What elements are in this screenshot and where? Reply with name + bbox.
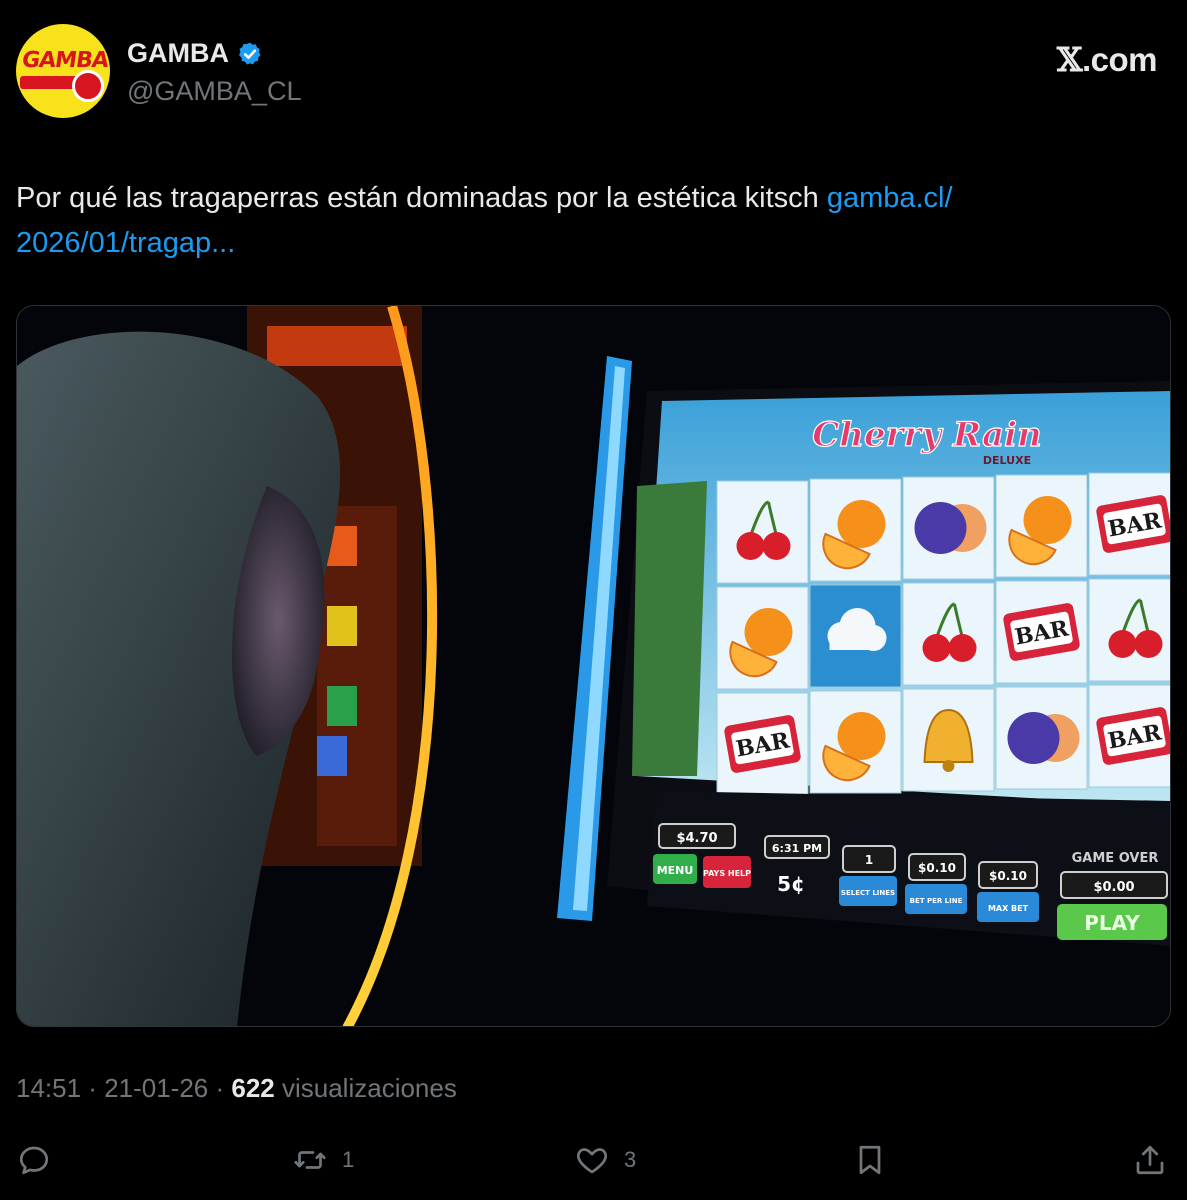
credit-value: $4.70 [676,831,717,846]
reel-symbol-plum [995,686,1088,790]
share-icon [1136,1145,1164,1175]
lines-value: 1 [865,853,873,867]
reel-symbol-cloud [809,584,902,688]
x-com-brand[interactable]: 𝕏.com [1056,40,1158,79]
views-label: visualizaciones [274,1073,457,1103]
pays-help-button: PAYS HELP [703,869,751,878]
tweet-date[interactable]: 21-01-26 [104,1073,208,1103]
monkey-icon [72,70,104,102]
clock-value: 6:31 PM [772,842,822,855]
author-display-name[interactable]: GAMBA [127,38,229,69]
author-handle[interactable]: @GAMBA_CL [127,76,301,107]
bookmark-icon [859,1145,881,1175]
max-bet-button: MAX BET [988,904,1029,913]
avatar[interactable]: GAMBA [16,24,110,118]
tweet-link-line1: gamba.cl/ [826,182,953,214]
denomination-value: 5¢ [777,872,805,896]
avatar-logo-text: GAMBA [20,48,110,73]
tweet-body: Por qué las tragaperras están dominadas … [16,182,827,214]
retweet-count: 1 [342,1147,355,1172]
tweet-media-image[interactable]: Cherry Rain DELUXE BAR BAR BAR BAR $4.70 ME… [16,305,1171,1027]
reel-symbol-plum [902,476,995,580]
brand-site-text: .com [1081,41,1158,78]
retweet-button[interactable]: 1 [292,1138,354,1182]
tweet-time[interactable]: 14:51 [16,1073,81,1103]
bookmark-button[interactable] [852,1138,888,1182]
reply-icon [19,1146,49,1175]
tweet-text: Por qué las tragaperras están dominadas … [16,176,1136,266]
reel-symbol-orange [995,474,1088,578]
select-lines-button: SELECT LINES [841,889,895,897]
bet-value: $0.10 [918,861,956,875]
author-name-row: GAMBA [127,38,263,69]
menu-button: MENU [657,864,694,877]
verified-badge-icon [239,42,261,65]
play-button: PLAY [1084,911,1140,935]
win-value: $0.00 [1093,880,1134,895]
reel-symbol-bar: BAR [716,692,809,796]
total-bet-value: $0.10 [989,869,1027,883]
tweet-meta: 14:51 · 21-01-26 · 622 visualizaciones [16,1073,457,1104]
slot-machine-photo: Cherry Rain DELUXE BARBARBAR BAR $4.70 ME… [17,306,1170,1026]
share-button[interactable] [1132,1138,1168,1182]
reel-symbol-cherry [1088,578,1170,682]
reel-symbol-orange [809,478,902,582]
heart-icon [577,1148,607,1174]
x-logo-icon: 𝕏 [1056,40,1083,79]
reel-symbol-bar: BAR [1088,472,1170,576]
reel-symbol-cherry [716,480,809,584]
retweet-icon [294,1151,326,1169]
reel-symbol-bar: BAR [1088,684,1170,788]
views-count: 622 [231,1073,275,1103]
like-button[interactable]: 3 [574,1138,636,1182]
game-title: Cherry Rain [812,415,1042,455]
game-over-label: GAME OVER [1072,851,1159,866]
meta-separator-2: · [208,1073,232,1103]
tweet-actions: 1 3 [0,1138,1187,1182]
reel-symbol-bar: BAR [995,580,1088,684]
reel-symbol-orange [716,586,809,690]
meta-separator: · [81,1073,105,1103]
left-machine-display [267,326,407,366]
game-subtitle: DELUXE [983,454,1031,467]
like-count: 3 [624,1147,637,1172]
reel-symbol-cherry [902,582,995,686]
reel-symbol-bell [902,688,995,792]
reply-button[interactable] [16,1138,66,1182]
reels-grid: BARBARBAR BAR [716,472,1170,796]
tweet-link-line2: 2026/01/tragap... [16,227,236,259]
reel-symbol-orange [809,690,902,794]
bet-per-line-button: BET PER LINE [910,897,963,905]
